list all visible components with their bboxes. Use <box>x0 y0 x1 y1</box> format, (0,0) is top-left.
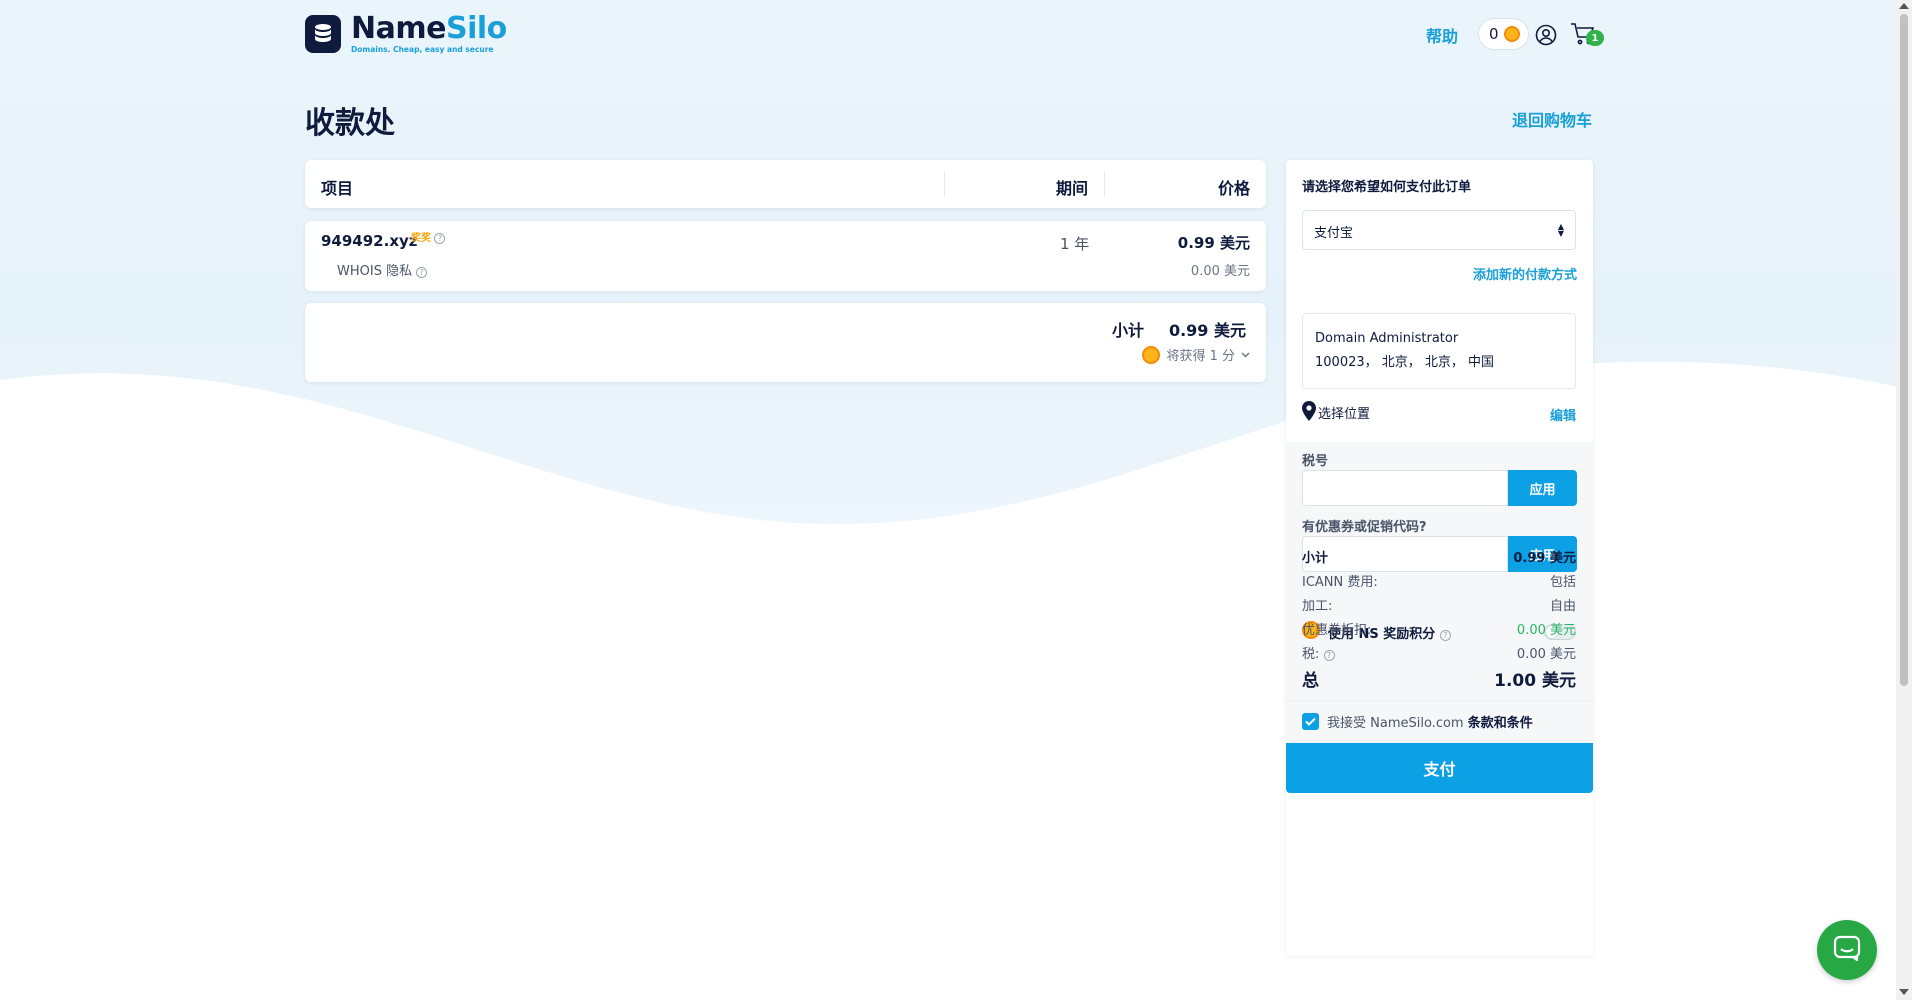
page-scrollbar[interactable] <box>1896 0 1912 1000</box>
address-line: 100023， 北京， 北京， 中国 <box>1315 355 1495 370</box>
whois-price: 0.00 美元 <box>1190 264 1250 279</box>
back-to-cart-link[interactable]: 退回购物车 <box>1512 107 1592 131</box>
table-row: 949492.xyz 奖奖 ? WHOIS 隐私 ? 1 年 0.99 美元 0… <box>305 221 1266 291</box>
item-period: 1 年 <box>1060 235 1090 253</box>
user-account-icon[interactable] <box>1535 24 1557 50</box>
total-value: 1.00 美元 <box>1494 671 1576 691</box>
tax-apply-button[interactable]: 应用 <box>1508 470 1577 506</box>
chat-launcher[interactable] <box>1817 920 1877 980</box>
location-row: 选择位置 编辑 <box>1302 401 1576 425</box>
scrollbar-thumb[interactable] <box>1900 14 1908 686</box>
column-item: 项目 <box>321 179 354 198</box>
whois-label: WHOIS 隐私 <box>337 264 413 279</box>
column-divider <box>1104 172 1105 196</box>
cart-count-badge: 1 <box>1586 30 1604 46</box>
pay-button[interactable]: 支付 <box>1286 743 1593 793</box>
rewards-balance[interactable]: 0 <box>1478 18 1529 50</box>
whois-privacy: WHOIS 隐私 ? <box>337 260 428 279</box>
terms-link[interactable]: 条款和条件 <box>1468 716 1533 731</box>
chat-icon <box>1833 935 1861 965</box>
summary-key: 小计 <box>1302 551 1329 566</box>
tax-id-input[interactable] <box>1302 470 1508 506</box>
payment-sidebar: 请选择您希望如何支付此订单 支付宝 ▲ ▼ 添加新的付款方式 Domain Adm… <box>1286 160 1593 956</box>
summary-value: 包括 <box>1549 575 1576 590</box>
item-price: 0.99 美元 <box>1177 234 1250 252</box>
scroll-down-arrow-icon[interactable] <box>1899 989 1909 995</box>
scroll-up-arrow-icon[interactable] <box>1899 3 1909 9</box>
column-price: 价格 <box>1217 179 1250 198</box>
address-name: Domain Administrator <box>1315 331 1459 346</box>
edit-address-link[interactable]: 编辑 <box>1550 405 1576 424</box>
logo-tagline: Domains. Cheap, easy and secure <box>351 45 494 54</box>
summary-key: 税: <box>1302 647 1320 662</box>
payment-method-select[interactable]: 支付宝 ▲ ▼ <box>1302 210 1576 250</box>
domain-name: 949492.xyz <box>321 232 418 250</box>
summary-key: ICANN 费用: <box>1302 575 1378 590</box>
divider <box>1286 700 1593 701</box>
summary-value: 自由 <box>1549 599 1576 614</box>
page-title: 收款处 <box>305 106 395 141</box>
help-icon[interactable]: ? <box>1323 650 1335 661</box>
points-earned-text: 将获得 1 分 <box>1166 349 1235 364</box>
help-icon[interactable]: ? <box>416 267 428 278</box>
total-label: 总 <box>1302 671 1319 691</box>
help-icon[interactable]: ? <box>1439 630 1451 641</box>
billing-address[interactable]: Domain Administrator 100023， 北京， 北京， 中国 <box>1302 313 1576 389</box>
summary-key: 优惠券折扣: <box>1302 623 1372 638</box>
award-badge: 奖奖 ? <box>411 229 446 244</box>
summary-value: 0.00 美元 <box>1516 647 1576 662</box>
rewards-count: 0 <box>1489 25 1499 43</box>
column-period: 期间 <box>1056 179 1089 198</box>
terms-prefix: 我接受 NameSilo.com <box>1327 716 1464 731</box>
coupon-label: 有优惠券或促销代码? <box>1302 520 1427 535</box>
summary-value: 0.00 美元 <box>1516 623 1576 638</box>
award-label: 奖奖 <box>411 233 431 244</box>
coin-icon <box>1503 26 1520 42</box>
select-location-label[interactable]: 选择位置 <box>1318 403 1370 422</box>
summary-key: 加工: <box>1302 599 1333 614</box>
coupon-input[interactable] <box>1302 536 1508 572</box>
summary-value: 0.99 美元 <box>1513 551 1576 566</box>
terms-text: 我接受 NameSilo.com 条款和条件 <box>1327 712 1533 731</box>
points-earned-toggle[interactable]: 将获得 1 分 <box>1142 345 1250 364</box>
logo-wordmark: NameSilo <box>351 11 507 46</box>
subtotal-value: 0.99 美元 <box>1168 321 1246 340</box>
namesilo-logo[interactable]: NameSilo Domains. Cheap, easy and secure <box>305 14 507 54</box>
select-arrows-icon: ▲ ▼ <box>1557 222 1564 238</box>
tax-id-label: 税号 <box>1302 454 1329 469</box>
help-icon[interactable]: ? <box>434 233 446 244</box>
items-table-header: 项目 期间 价格 <box>305 160 1266 208</box>
payment-method-title: 请选择您希望如何支付此订单 <box>1302 180 1472 195</box>
subtotal-card: 小计 0.99 美元 将获得 1 分 <box>305 303 1266 382</box>
map-pin-icon <box>1302 401 1316 425</box>
subtotal-label: 小计 <box>1112 321 1145 340</box>
column-divider <box>944 172 945 196</box>
help-link[interactable]: 帮助 <box>1426 23 1458 47</box>
summary-key-wrap: 税: ? <box>1302 643 1335 662</box>
terms-row: 我接受 NameSilo.com 条款和条件 <box>1302 712 1533 731</box>
add-payment-method-link[interactable]: 添加新的付款方式 <box>1473 264 1577 283</box>
coin-icon <box>1142 345 1161 364</box>
database-icon <box>305 14 341 53</box>
payment-method-value: 支付宝 <box>1314 226 1354 241</box>
chevron-down-icon <box>1241 347 1250 362</box>
terms-checkbox[interactable] <box>1302 713 1319 730</box>
